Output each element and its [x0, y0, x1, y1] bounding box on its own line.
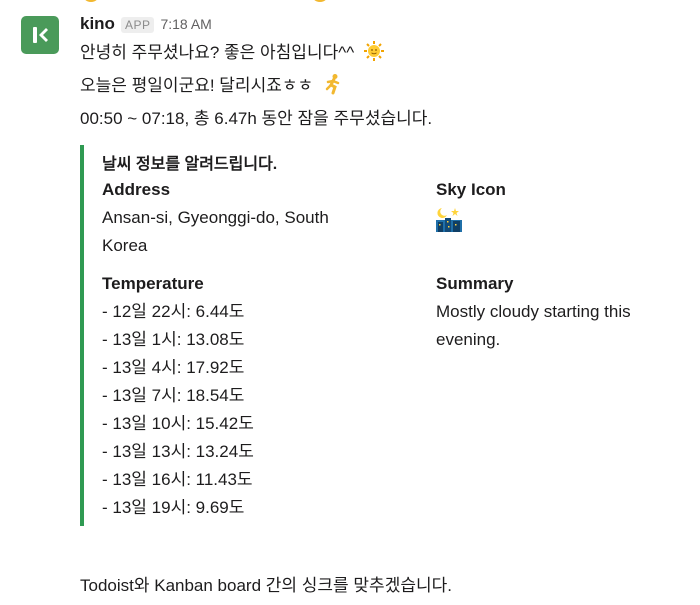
- message-line-weekday: 오늘은 평일이군요! 달리시죠ㅎㅎ: [80, 73, 690, 97]
- avatar[interactable]: [21, 16, 59, 54]
- temperature-item: - 13일 10시: 15.42도: [102, 414, 254, 433]
- temperature-item: - 12일 22시: 6.44도: [102, 302, 245, 321]
- address-label: Address: [102, 180, 171, 199]
- temperature-item: - 13일 19시: 9.69도: [102, 498, 245, 517]
- weekday-text: 오늘은 평일이군요! 달리시죠ㅎㅎ: [80, 76, 314, 95]
- sync-text: Todoist와 Kanban board 간의 싱크를 맞추겠습니다.: [80, 576, 452, 595]
- weather-attachment: 날씨 정보를 알려드립니다. Address Ansan-si, Gyeongg…: [80, 145, 670, 526]
- message-header: kino APP 7:18 AM: [80, 14, 690, 36]
- message-line-sleep: 00:50 ~ 07:18, 총 6.47h 동안 잠을 주무셨습니다.: [80, 108, 690, 130]
- sender-name[interactable]: kino: [80, 14, 115, 34]
- sky-icon-label: Sky Icon: [436, 180, 506, 199]
- temperature-item: - 13일 16시: 11.43도: [102, 470, 253, 489]
- sun-with-face-icon: [363, 41, 384, 61]
- summary-label: Summary: [436, 274, 514, 293]
- attachment-title: 날씨 정보를 알려드립니다.: [102, 156, 278, 173]
- greeting-text: 안녕히 주무셨나요? 좋은 아침입니다^^: [80, 43, 355, 62]
- temperature-item: - 13일 4시: 17.92도: [102, 358, 245, 377]
- temperature-list: - 12일 22시: 6.44도 - 13일 1시: 13.08도 - 13일 …: [102, 298, 254, 522]
- temperature-item: - 13일 1시: 13.08도: [102, 330, 245, 349]
- runner-icon: [325, 74, 340, 95]
- temperature-item: - 13일 13시: 13.24도: [102, 442, 254, 461]
- previous-message-emoji-strip: [0, 0, 700, 4]
- emoji-reaction-icon: [311, 0, 329, 2]
- message-line-greeting: 안녕히 주무셨나요? 좋은 아침입니다^^: [80, 40, 690, 64]
- message-line-sync: Todoist와 Kanban board 간의 싱크를 맞추겠습니다.: [80, 575, 690, 597]
- emoji-reaction-icon: [82, 0, 100, 2]
- app-badge: APP: [120, 17, 155, 33]
- address-value: Ansan-si, Gyeonggi-do, South Korea: [102, 208, 329, 255]
- temperature-item: - 13일 7시: 18.54도: [102, 386, 245, 405]
- temperature-label: Temperature: [102, 274, 204, 293]
- summary-value: Mostly cloudy starting this evening.: [436, 302, 631, 349]
- timestamp[interactable]: 7:18 AM: [160, 16, 211, 32]
- sleep-summary-text: 00:50 ~ 07:18, 총 6.47h 동안 잠을 주무셨습니다.: [80, 109, 433, 128]
- kanban-logo-icon: [33, 27, 48, 43]
- night-with-stars-icon: [436, 208, 462, 232]
